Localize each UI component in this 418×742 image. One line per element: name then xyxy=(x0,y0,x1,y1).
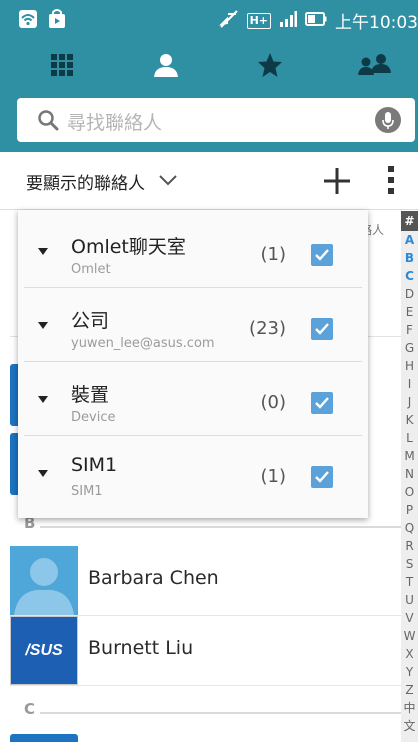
tab-bar xyxy=(0,40,418,94)
contacts-screen: H+ 上午10:03 尋找聯絡人 要顯示的聯絡人 絡人 B Barbara Ch… xyxy=(0,0,418,742)
contact-name: Burnett Liu xyxy=(88,637,194,659)
expand-caret-icon[interactable] xyxy=(38,470,48,477)
index-letter[interactable]: B xyxy=(401,249,418,267)
tab-dialer[interactable] xyxy=(10,40,114,94)
index-letter[interactable]: C xyxy=(401,267,418,285)
account-type: Device xyxy=(71,410,116,425)
index-letter[interactable]: 中 xyxy=(401,699,418,717)
index-letter[interactable]: Q xyxy=(401,519,418,537)
account-name: Omlet聊天室 xyxy=(71,236,186,258)
contact-name: Barbara Chen xyxy=(88,567,219,589)
account-row[interactable]: SIM1 SIM1 (1) xyxy=(24,436,362,510)
index-letter[interactable]: Y xyxy=(401,663,418,681)
expand-caret-icon[interactable] xyxy=(38,248,48,255)
account-row[interactable]: Omlet聊天室 Omlet (1) xyxy=(24,214,362,288)
account-checkbox[interactable] xyxy=(311,466,333,488)
index-letter[interactable]: V xyxy=(401,609,418,627)
account-count: (1) xyxy=(260,466,287,487)
index-letter[interactable]: R xyxy=(401,537,418,555)
account-checkbox[interactable] xyxy=(311,244,333,266)
grid-icon xyxy=(50,53,74,81)
index-letter[interactable]: W xyxy=(401,627,418,645)
account-row[interactable]: 裝置 Device (0) xyxy=(24,362,362,436)
wifi-icon xyxy=(18,9,38,33)
search-area: 尋找聯絡人 xyxy=(0,94,418,152)
group-icon xyxy=(357,53,391,81)
index-letter[interactable]: A xyxy=(401,231,418,249)
account-filter-dropdown: Omlet聊天室 Omlet (1) 公司 yuwen_lee@asus.com… xyxy=(18,210,368,518)
network-type-icon: H+ xyxy=(246,12,271,29)
index-letter[interactable]: O xyxy=(401,483,418,501)
signal-icon xyxy=(279,10,297,32)
index-letter[interactable]: S xyxy=(401,555,418,573)
index-letter[interactable]: X xyxy=(401,645,418,663)
index-letter[interactable]: E xyxy=(401,303,418,321)
battery-icon xyxy=(305,11,327,30)
search-icon xyxy=(37,109,59,135)
person-icon xyxy=(153,52,179,82)
account-row[interactable]: 公司 yuwen_lee@asus.com (23) xyxy=(24,288,362,362)
divider xyxy=(40,712,401,714)
index-letter[interactable]: K xyxy=(401,411,418,429)
list-item[interactable]: /SUS Burnett Liu xyxy=(10,616,401,686)
alphabet-index-bar[interactable]: # ABCDEFGHIJKLMNOPQRSTUVWXYZ中文 xyxy=(401,211,418,742)
tab-groups[interactable] xyxy=(322,40,418,94)
contacts-to-display-dropdown[interactable]: 要顯示的聯絡人 xyxy=(26,169,145,194)
expand-caret-icon[interactable] xyxy=(38,322,48,329)
index-letter[interactable]: I xyxy=(401,375,418,393)
index-hash[interactable]: # xyxy=(401,211,418,231)
tab-contacts[interactable] xyxy=(114,40,218,94)
account-type: SIM1 xyxy=(71,484,103,499)
divider xyxy=(40,526,401,528)
index-letter[interactable]: T xyxy=(401,573,418,591)
status-bar: H+ 上午10:03 xyxy=(0,0,418,40)
account-name: 裝置 xyxy=(71,384,110,406)
list-item[interactable]: Barbara Chen xyxy=(10,546,401,616)
index-letter[interactable]: Z xyxy=(401,681,418,699)
add-contact-button[interactable] xyxy=(322,166,352,200)
mute-icon xyxy=(218,9,239,32)
chevron-down-icon[interactable] xyxy=(158,172,178,191)
account-checkbox[interactable] xyxy=(311,392,333,414)
search-placeholder: 尋找聯絡人 xyxy=(67,112,163,134)
account-type: yuwen_lee@asus.com xyxy=(71,336,215,351)
more-options-icon[interactable] xyxy=(387,165,395,199)
section-header-c: C xyxy=(24,700,36,718)
index-letter[interactable]: J xyxy=(401,393,418,411)
index-letter[interactable]: M xyxy=(401,447,418,465)
asus-logo-avatar: /SUS xyxy=(10,616,78,685)
index-letter[interactable]: D xyxy=(401,285,418,303)
filter-row: 要顯示的聯絡人 xyxy=(0,152,418,210)
account-count: (1) xyxy=(260,244,287,265)
index-letter[interactable]: L xyxy=(401,429,418,447)
account-name: 公司 xyxy=(71,310,110,332)
avatar xyxy=(10,734,78,742)
avatar xyxy=(10,546,78,615)
shopping-bag-icon xyxy=(48,9,66,33)
index-letter[interactable]: U xyxy=(401,591,418,609)
account-count: (0) xyxy=(260,392,287,413)
index-letter[interactable]: G xyxy=(401,339,418,357)
index-letter[interactable]: F xyxy=(401,321,418,339)
index-letter[interactable]: H xyxy=(401,357,418,375)
search-input[interactable]: 尋找聯絡人 xyxy=(17,98,415,142)
index-letter[interactable]: P xyxy=(401,501,418,519)
account-count: (23) xyxy=(249,318,286,339)
tab-favorites[interactable] xyxy=(218,40,322,94)
expand-caret-icon[interactable] xyxy=(38,396,48,403)
index-letter[interactable]: 文 xyxy=(401,717,418,735)
star-icon xyxy=(257,52,283,82)
account-checkbox[interactable] xyxy=(311,318,333,340)
account-name: SIM1 xyxy=(71,454,118,476)
index-letter[interactable]: N xyxy=(401,465,418,483)
account-type: Omlet xyxy=(71,262,111,277)
microphone-icon[interactable] xyxy=(375,107,401,133)
clock: 上午10:03 xyxy=(335,13,418,33)
